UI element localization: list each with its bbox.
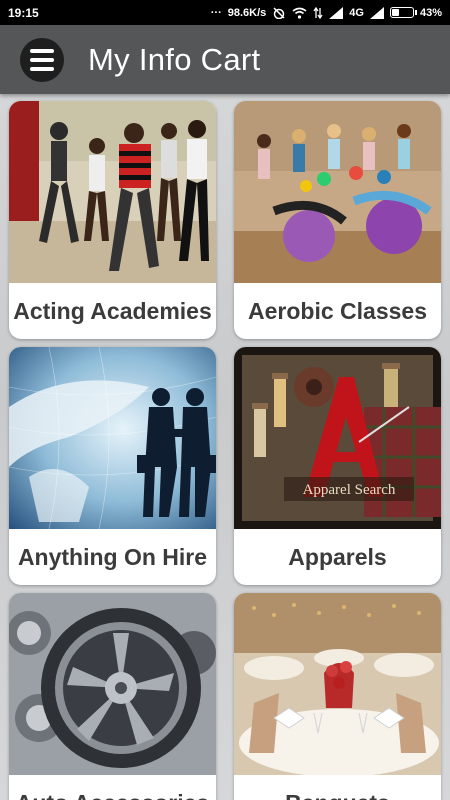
status-time: 19:15 (8, 5, 39, 20)
wifi-icon (292, 7, 307, 19)
category-card-anything-on-hire[interactable]: Anything On Hire (9, 347, 216, 585)
aerobics-balls-photo (234, 101, 441, 283)
app-title: My Info Cart (88, 41, 261, 77)
alarm-off-icon (273, 6, 285, 19)
hamburger-menu-icon[interactable] (20, 37, 64, 82)
business-handshake-globe-photo (9, 347, 216, 529)
category-card-acting-academies[interactable]: Acting Academies (9, 101, 216, 339)
network-speed: 98.6K/s (227, 6, 267, 19)
status-icons: ··· 98.6K/s 4G 43% (210, 6, 442, 19)
category-card-apparels[interactable]: Apparel Search Apparels (234, 347, 441, 585)
category-label: Banquets (234, 775, 441, 800)
svg-text:Apparel Search: Apparel Search (303, 482, 396, 498)
category-label: Acting Academies (13, 297, 212, 324)
category-card-banquets[interactable]: Banquets (234, 593, 441, 800)
dance-class-photo (9, 101, 216, 283)
category-label: Anything On Hire (17, 543, 208, 570)
app-bar: My Info Cart (0, 25, 450, 94)
banquet-table-photo (234, 593, 441, 775)
more-dots-icon: ··· (210, 6, 222, 19)
category-label: Auto Accessories (9, 775, 216, 800)
data-transfer-icon (313, 6, 323, 19)
status-bar: 19:15 ··· 98.6K/s 4G 43% (0, 0, 450, 25)
category-label: Apparels (288, 543, 387, 570)
category-label: Aerobic Classes (248, 297, 427, 324)
battery-level (391, 9, 400, 16)
category-grid: Acting Academies Aerobic Classes Anythin… (0, 94, 450, 800)
category-card-aerobic-classes[interactable]: Aerobic Classes (234, 101, 441, 339)
battery-percent: 43% (419, 6, 442, 19)
category-card-auto-accessories[interactable]: Auto Accessories (9, 593, 216, 800)
signal-icon-1 (329, 6, 344, 19)
alloy-wheel-photo (9, 593, 216, 775)
signal-icon-2 (369, 6, 384, 19)
battery-icon (389, 7, 417, 18)
network-type: 4G (349, 6, 364, 19)
apparel-search-threads-photo: Apparel Search (234, 347, 441, 529)
